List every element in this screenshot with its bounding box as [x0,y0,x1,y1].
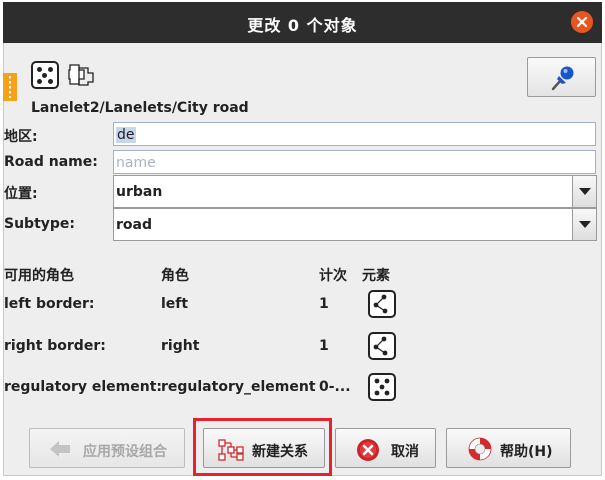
location-value: urban [116,184,163,200]
area-input-value: de [116,127,136,143]
close-icon [577,17,587,27]
subtype-select[interactable]: road [113,208,597,241]
area-input[interactable]: de [113,122,596,146]
relation-preset-icon [31,61,59,89]
node-icon[interactable] [368,373,396,401]
highlight-frame [193,418,332,476]
header-available-roles: 可用的角色 [4,268,74,284]
field-label-area: 地区: [4,129,38,145]
field-label-location: 位置: [4,186,38,202]
header-role: 角色 [161,268,189,284]
way-icon[interactable] [368,332,396,360]
member-role: left [161,296,189,312]
cancel-label: 取消 [391,444,419,460]
cancel-button[interactable]: 取消 [335,428,436,468]
cancel-icon [357,439,379,461]
field-label-subtype: Subtype: [4,216,76,232]
title-bar: 更改 0 个对象 [3,2,602,43]
member-name: regulatory element: [4,379,162,395]
apply-preset-button[interactable]: 应用预设组合 [29,428,185,468]
help-label: 帮助(H) [500,444,553,460]
chevron-down-icon[interactable] [572,209,596,240]
header-count: 计次 [319,268,347,284]
location-select[interactable]: urban [113,175,597,208]
member-role: regulatory_element [161,379,316,395]
window-title: 更改 0 个对象 [247,16,358,35]
pushpin-icon [551,66,574,91]
member-name: right border: [4,338,106,354]
road-name-placeholder: name [116,155,156,171]
subtype-value: road [116,217,152,233]
preset-path: Lanelet2/Lanelets/City road [31,100,249,116]
pin-button[interactable] [527,57,596,97]
member-count: 1 [319,338,329,354]
field-label-road-name: Road name: [4,154,98,170]
arrow-left-icon [50,441,70,457]
member-name: left border: [4,296,95,312]
close-button[interactable] [571,11,593,33]
header-elements: 元素 [362,268,390,284]
multipolygon-icon [68,64,94,86]
apply-preset-label: 应用预设组合 [83,444,167,460]
help-button[interactable]: 帮助(H) [446,428,571,468]
preset-handle[interactable] [3,73,17,101]
chevron-down-icon[interactable] [572,176,596,207]
member-count: 1 [319,296,329,312]
way-icon[interactable] [368,290,396,318]
lifebuoy-icon [468,437,492,461]
member-count: 0-... [319,379,351,395]
road-name-input[interactable]: name [113,150,596,174]
member-role: right [161,338,200,354]
